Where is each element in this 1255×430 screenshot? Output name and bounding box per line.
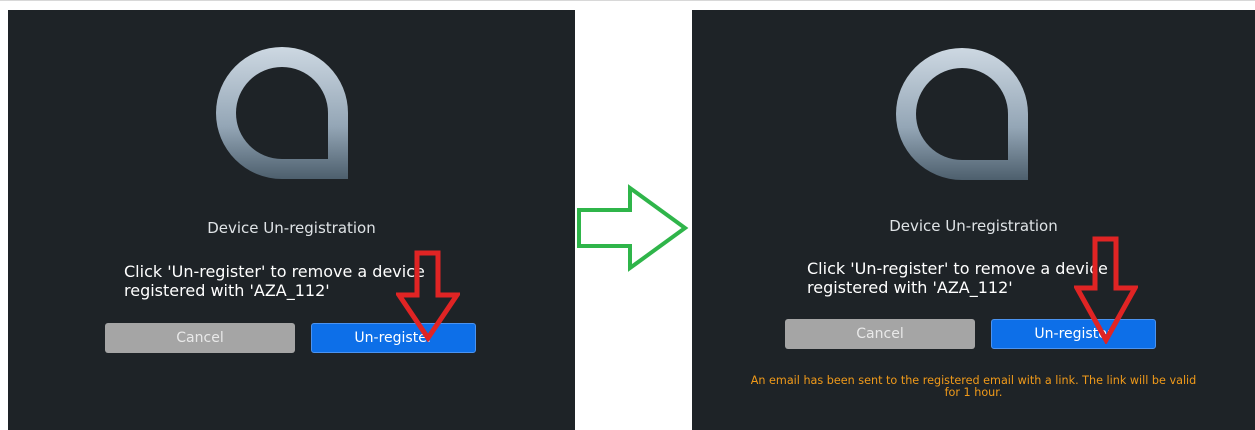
cancel-button[interactable]: Cancel [105,323,295,353]
right-arrow-icon [576,184,690,272]
dialog-message: Click 'Un-register' to remove a device r… [807,259,1108,297]
down-arrow-annotation-icon [396,250,460,342]
dialog-title: Device Un-registration [207,219,376,237]
cancel-button[interactable]: Cancel [785,319,975,349]
dialog-message: Click 'Un-register' to remove a device r… [124,262,425,300]
drop-ring-logo-icon [206,37,358,189]
dialog-after: Device Un-registration Click 'Un-registe… [692,10,1255,430]
down-arrow-annotation-icon [1074,236,1138,344]
top-divider [0,0,1255,1]
email-sent-notice: An email has been sent to the registered… [750,374,1197,399]
drop-ring-logo-icon [886,38,1038,190]
dialog-title: Device Un-registration [889,217,1058,235]
dialog-before: Device Un-registration Click 'Un-registe… [8,10,575,430]
